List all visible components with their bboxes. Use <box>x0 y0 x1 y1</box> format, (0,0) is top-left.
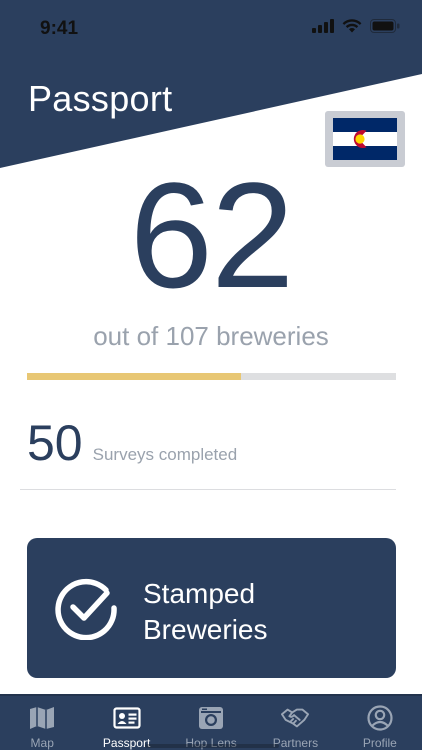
visited-count: 62 <box>129 151 295 319</box>
tab-partners[interactable]: Partners <box>253 696 337 750</box>
surveys-row: 50 Surveys completed <box>27 416 237 470</box>
page-title: Passport <box>28 78 173 119</box>
passport-screen: 9:41 Passport 62 out of 107 breweries 50… <box>0 0 422 750</box>
signal-icon <box>312 19 334 33</box>
stamped-breweries-label: Stamped Breweries <box>143 576 373 648</box>
surveys-count: 50 <box>27 415 83 471</box>
progress-bar <box>27 373 396 380</box>
stamped-label-line2: Breweries <box>143 614 268 645</box>
map-icon <box>28 704 56 731</box>
handshake-icon <box>281 704 310 731</box>
tab-profile-label: Profile <box>362 736 397 750</box>
status-bar: 9:41 <box>0 0 422 56</box>
tab-bar: Map Passport Hop Lens Partners Profile <box>0 694 422 750</box>
tab-passport-label: Passport <box>102 736 151 750</box>
stamped-label-line1: Stamped <box>143 578 256 609</box>
colorado-flag-icon <box>333 118 397 160</box>
state-flag-button[interactable] <box>325 111 405 167</box>
tab-passport[interactable]: Passport <box>84 696 168 750</box>
wifi-icon <box>342 19 362 33</box>
home-indicator <box>145 744 279 748</box>
battery-icon <box>370 19 400 33</box>
divider <box>20 489 396 490</box>
tab-map-label: Map <box>30 736 54 750</box>
stamped-breweries-button[interactable]: Stamped Breweries <box>27 538 396 678</box>
passport-card-icon <box>113 704 141 731</box>
tab-partners-label: Partners <box>272 736 319 750</box>
camera-icon <box>197 704 225 731</box>
breweries-total-label: out of 107 breweries <box>93 321 329 351</box>
status-time: 9:41 <box>40 18 79 39</box>
check-circle-icon <box>55 578 117 640</box>
status-icons <box>312 19 400 33</box>
profile-icon <box>366 704 394 731</box>
tab-map[interactable]: Map <box>0 696 84 750</box>
tab-profile[interactable]: Profile <box>338 696 422 750</box>
surveys-label: Surveys completed <box>92 445 238 464</box>
progress-bar-fill <box>27 373 241 380</box>
tab-hop-lens[interactable]: Hop Lens <box>169 696 253 750</box>
